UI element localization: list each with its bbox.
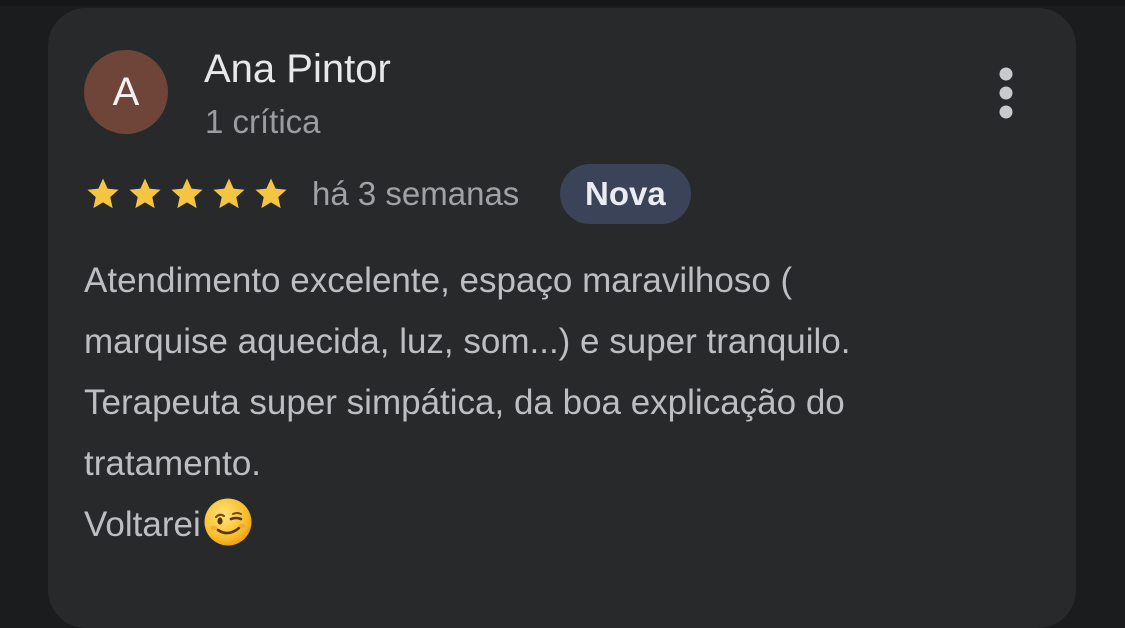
review-text-line: Voltarei: [84, 505, 201, 544]
star-icon: [255, 178, 287, 209]
top-divider: [0, 0, 1125, 6]
review-text-line: Atendimento excelente, espaço maravilhos…: [84, 261, 793, 300]
star-icon: [213, 178, 245, 209]
star-icon: [129, 178, 161, 209]
review-date: há 3 semanas: [312, 175, 520, 212]
star-icon: [171, 178, 203, 209]
star-rating: [84, 173, 294, 215]
new-badge: Nova: [560, 164, 691, 224]
winking-face-emoji: [204, 498, 252, 546]
more-vertical-icon: [999, 67, 1013, 119]
avatar[interactable]: A: [84, 50, 168, 134]
review-text-line: tratamento.: [84, 444, 262, 483]
review-text: Atendimento excelente, espaço maravilhos…: [84, 250, 1044, 555]
review-text-line: Terapeuta super simpática, da boa explic…: [84, 383, 845, 422]
review-text-line: marquise aquecida, luz, som...) e super …: [84, 322, 851, 361]
author-name[interactable]: Ana Pintor: [204, 46, 391, 92]
review-text-line-last: Voltarei: [84, 494, 1044, 555]
more-options-button[interactable]: [984, 64, 1028, 122]
avatar-letter: A: [112, 70, 140, 114]
star-icon: [87, 178, 119, 209]
author-review-count: 1 crítica: [205, 103, 321, 140]
